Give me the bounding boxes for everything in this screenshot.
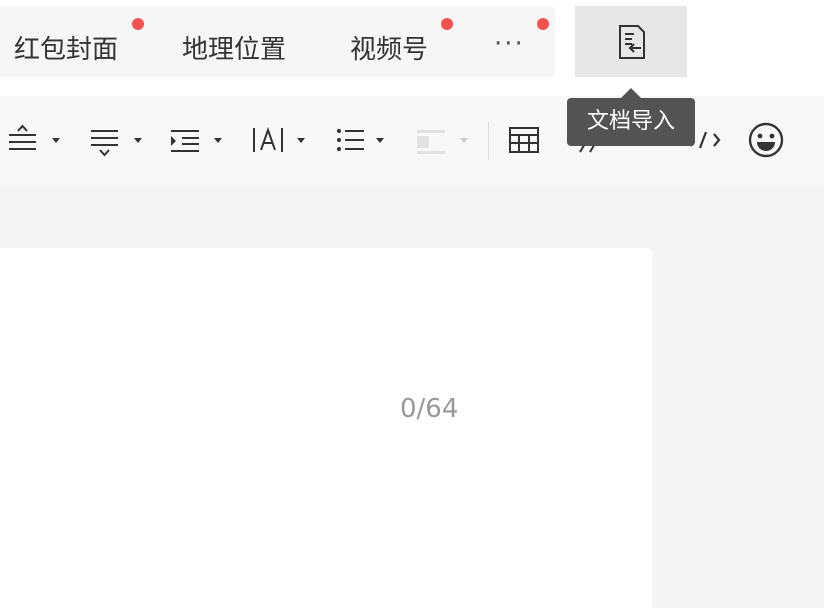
letter-spacing-button[interactable] — [252, 122, 308, 158]
align-caret-icon — [52, 138, 60, 143]
list-icon — [337, 129, 364, 151]
paragraph-spacing-icon — [91, 130, 118, 157]
emoji-button[interactable] — [748, 122, 784, 158]
character-counter: 0/64 — [400, 394, 459, 424]
editor-menu-bar: 红包封面 地理位置 视频号 ··· — [0, 6, 555, 77]
document-import-icon — [619, 25, 645, 59]
menu-item-red-packet-cover-badge — [132, 18, 144, 30]
table-button[interactable] — [508, 122, 540, 158]
block-style-icon — [417, 130, 445, 154]
indent-button[interactable] — [170, 122, 226, 158]
letter-spacing-caret-icon — [297, 138, 305, 143]
document-import-button[interactable] — [575, 6, 687, 77]
menu-item-location[interactable]: 地理位置 — [182, 12, 286, 83]
menu-item-channels[interactable]: 视频号 — [350, 12, 428, 83]
table-icon — [509, 127, 539, 153]
editor-content-area[interactable]: 0/64 — [0, 248, 652, 608]
format-toolbar — [0, 96, 824, 186]
menu-item-red-packet-cover[interactable]: 红包封面 — [14, 12, 118, 83]
list-caret-icon — [376, 138, 384, 143]
more-menu-badge — [537, 18, 549, 30]
toolbar-divider — [488, 122, 489, 160]
letter-spacing-icon — [253, 126, 283, 152]
align-button[interactable] — [8, 122, 64, 158]
document-import-tooltip: 文档导入 — [567, 88, 695, 146]
align-icon — [9, 124, 36, 150]
block-style-button[interactable] — [416, 122, 472, 158]
block-style-caret-icon — [460, 138, 468, 143]
more-menu-button[interactable]: ··· — [494, 12, 525, 83]
indent-icon — [171, 130, 199, 152]
paragraph-spacing-button[interactable] — [90, 122, 146, 158]
paragraph-spacing-caret-icon — [134, 138, 142, 143]
menu-item-channels-badge — [441, 18, 453, 30]
list-button[interactable] — [336, 122, 388, 158]
emoji-icon — [748, 122, 784, 158]
indent-caret-icon — [214, 138, 222, 143]
